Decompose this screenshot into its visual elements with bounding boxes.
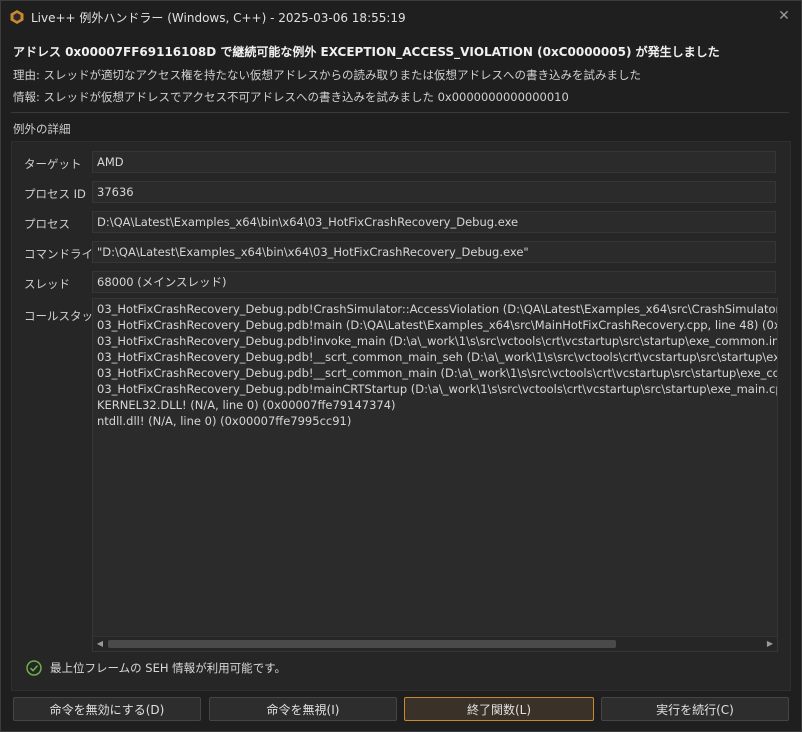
- callstack-lines: 03_HotFixCrashRecovery_Debug.pdb!CrashSi…: [97, 301, 778, 429]
- exception-reason: 理由: スレッドが適切なアクセス権を持たない仮想アドレスからの読み取りまたは仮想…: [13, 68, 641, 82]
- continue-execution-button[interactable]: 実行を続行(C): [601, 697, 789, 721]
- divider: [11, 112, 789, 113]
- window-title: Live++ 例外ハンドラー (Windows, C++) - 2025-03-…: [31, 10, 406, 25]
- callstack-textbox[interactable]: 03_HotFixCrashRecovery_Debug.pdb!CrashSi…: [92, 298, 778, 652]
- command-line-field[interactable]: "D:\QA\Latest\Examples_x64\bin\x64\03_Ho…: [92, 241, 776, 263]
- process-label: プロセス: [24, 217, 70, 231]
- title-bar: Live++ 例外ハンドラー (Windows, C++) - 2025-03-…: [1, 1, 801, 33]
- thread-label: スレッド: [24, 277, 70, 291]
- ignore-instruction-button[interactable]: 命令を無視(I): [209, 697, 397, 721]
- callstack-frame: 03_HotFixCrashRecovery_Debug.pdb!invoke_…: [97, 334, 778, 348]
- callstack-frame: ntdll.dll! (N/A, line 0) (0x00007ffe7995…: [97, 414, 352, 428]
- details-section-title: 例外の詳細: [13, 122, 71, 136]
- exception-headline: アドレス 0x00007FF69116108D で継続可能な例外 EXCEPTI…: [13, 45, 720, 59]
- disable-instruction-button[interactable]: 命令を無効にする(D): [13, 697, 201, 721]
- callstack-frame: 03_HotFixCrashRecovery_Debug.pdb!mainCRT…: [97, 382, 778, 396]
- seh-status-text: 最上位フレームの SEH 情報が利用可能です。: [50, 661, 287, 675]
- exception-info: 情報: スレッドが仮想アドレスでアクセス不可アドレスへの書き込みを試みました 0…: [13, 90, 569, 104]
- check-circle-icon: [26, 660, 42, 676]
- callstack-frame: 03_HotFixCrashRecovery_Debug.pdb!main (D…: [97, 318, 778, 332]
- close-icon[interactable]: ✕: [777, 9, 791, 23]
- callstack-frame: 03_HotFixCrashRecovery_Debug.pdb!__scrt_…: [97, 350, 778, 364]
- target-field[interactable]: AMD: [92, 151, 776, 173]
- exception-handler-window: Live++ 例外ハンドラー (Windows, C++) - 2025-03-…: [0, 0, 802, 732]
- seh-status: 最上位フレームの SEH 情報が利用可能です。: [26, 660, 286, 676]
- target-label: ターゲット: [24, 157, 82, 171]
- scroll-right-icon[interactable]: ▶: [763, 637, 777, 651]
- scroll-left-icon[interactable]: ◀: [93, 637, 107, 651]
- exception-details-panel: ターゲット AMD プロセス ID 37636 プロセス D:\QA\Lates…: [11, 141, 791, 691]
- exit-function-button[interactable]: 終了関数(L): [404, 697, 594, 721]
- thread-field[interactable]: 68000 (メインスレッド): [92, 271, 776, 293]
- process-id-label: プロセス ID: [24, 187, 86, 201]
- process-id-field[interactable]: 37636: [92, 181, 776, 203]
- callstack-frame: KERNEL32.DLL! (N/A, line 0) (0x00007ffe7…: [97, 398, 396, 412]
- scrollbar-thumb[interactable]: [108, 640, 616, 648]
- live-plus-plus-logo-icon: [10, 10, 24, 24]
- horizontal-scrollbar[interactable]: ◀ ▶: [93, 636, 777, 651]
- process-field[interactable]: D:\QA\Latest\Examples_x64\bin\x64\03_Hot…: [92, 211, 776, 233]
- callstack-frame: 03_HotFixCrashRecovery_Debug.pdb!__scrt_…: [97, 366, 778, 380]
- callstack-frame: 03_HotFixCrashRecovery_Debug.pdb!CrashSi…: [97, 302, 778, 316]
